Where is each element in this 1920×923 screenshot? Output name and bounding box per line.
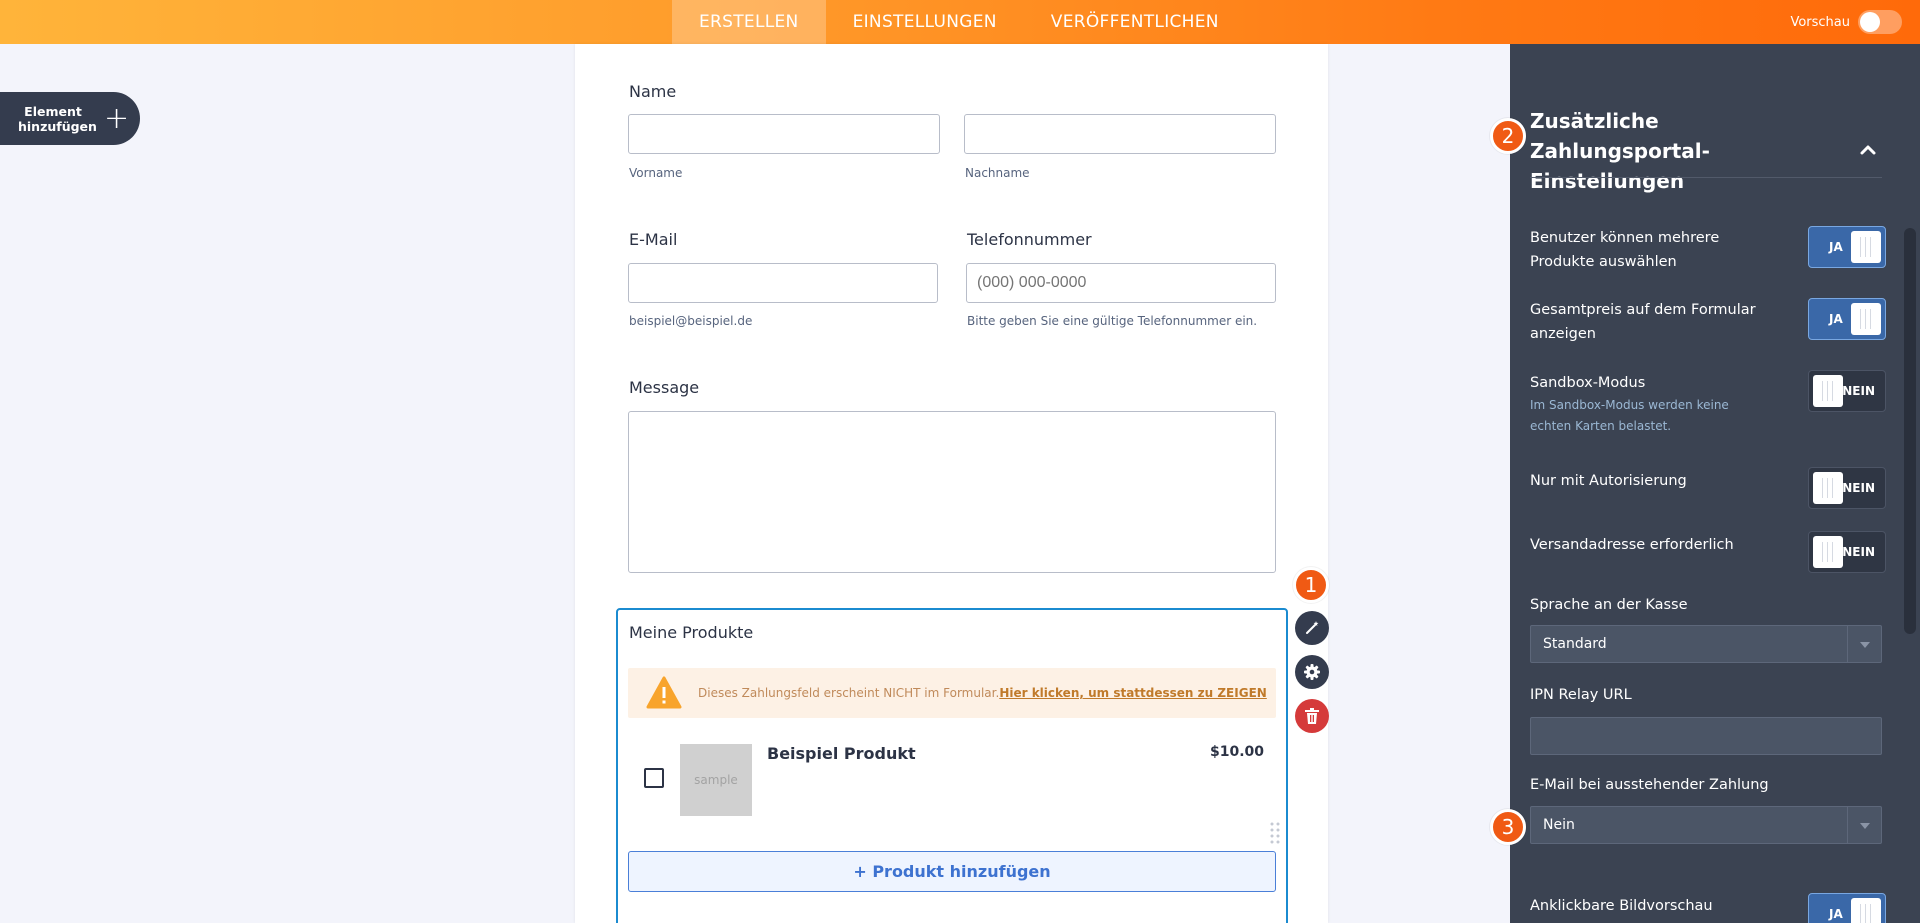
message-label: Message	[629, 378, 700, 397]
settings-gear-button[interactable]	[1295, 655, 1329, 689]
language-select[interactable]: Standard	[1530, 625, 1882, 663]
phone-label: Telefonnummer	[967, 230, 1092, 249]
step-badge-2: 2	[1490, 118, 1526, 154]
dropdown-arrow-icon	[1847, 626, 1881, 662]
last-name-sublabel: Nachname	[965, 166, 1030, 180]
delete-button[interactable]	[1295, 699, 1329, 733]
drag-handle-icon[interactable]	[1270, 822, 1280, 844]
toggle-sandbox[interactable]: NEIN	[1808, 370, 1886, 412]
toggle-total-price[interactable]: JA	[1808, 298, 1886, 340]
phone-sublabel: Bitte geben Sie eine gültige Telefonnumm…	[967, 314, 1258, 328]
setting-shipping-label: Versandadresse erforderlich	[1530, 537, 1734, 553]
first-name-sublabel: Vorname	[629, 166, 683, 180]
ipn-label: IPN Relay URL	[1530, 687, 1632, 703]
toggle-auth-only[interactable]: NEIN	[1808, 467, 1886, 509]
plus-icon: +	[104, 101, 130, 136]
setting-sandbox-desc: Im Sandbox-Modus werden keine echten Kar…	[1530, 398, 1729, 433]
add-element-label: Element hinzufügen	[18, 103, 97, 134]
tab-erstellen[interactable]: ERSTELLEN	[672, 0, 826, 44]
phone-input[interactable]	[966, 263, 1276, 303]
message-textarea[interactable]	[628, 411, 1276, 573]
collapse-chevron-icon[interactable]	[1858, 140, 1878, 160]
image-preview-label: Anklickbare Bildvorschau	[1530, 898, 1713, 914]
step-badge-1: 1	[1293, 567, 1329, 603]
preview-label: Vorschau	[1790, 14, 1850, 30]
products-warning: Dieses Zahlungsfeld erscheint NICHT im F…	[628, 668, 1276, 718]
toggle-image-preview[interactable]: JA	[1808, 893, 1886, 923]
panel-scrollbar[interactable]	[1904, 228, 1916, 634]
pending-email-value: Nein	[1543, 817, 1575, 833]
tab-einstellungen[interactable]: EINSTELLUNGEN	[826, 0, 1024, 44]
email-input[interactable]	[628, 263, 938, 303]
product-name: Beispiel Produkt	[767, 744, 916, 763]
main-tabs: ERSTELLEN EINSTELLUNGEN VERÖFFENTLICHEN	[672, 0, 1246, 44]
setting-sandbox-label: Sandbox-Modus	[1530, 375, 1646, 391]
name-label: Name	[629, 82, 677, 101]
gear-icon	[1304, 664, 1320, 680]
email-sublabel: beispiel@beispiel.de	[629, 314, 753, 328]
product-price: $10.00	[1210, 744, 1265, 760]
preview-toggle-group: Vorschau	[1790, 0, 1902, 44]
top-bar: ERSTELLEN EINSTELLUNGEN VERÖFFENTLICHEN …	[0, 0, 1920, 44]
toggle-shipping[interactable]: NEIN	[1808, 531, 1886, 573]
products-label: Meine Produkte	[629, 623, 754, 642]
dropdown-arrow-icon	[1847, 807, 1881, 843]
warning-icon	[646, 675, 682, 711]
add-product-button[interactable]: + Produkt hinzufügen	[628, 851, 1276, 892]
pending-email-select[interactable]: Nein	[1530, 806, 1882, 844]
pending-email-label: E-Mail bei ausstehender Zahlung	[1530, 777, 1769, 793]
panel-title: Zusätzliche Zahlungsportal-Einstellungen	[1530, 109, 1710, 193]
trash-icon	[1305, 708, 1319, 724]
panel-divider	[1530, 177, 1882, 178]
email-label: E-Mail	[629, 230, 678, 249]
step-badge-3: 3	[1490, 809, 1526, 845]
magic-wand-button[interactable]	[1295, 611, 1329, 645]
add-element-button[interactable]: Element hinzufügen +	[0, 92, 140, 145]
toggle-multiple-products[interactable]: JA	[1808, 226, 1886, 268]
first-name-input[interactable]	[628, 114, 940, 154]
last-name-input[interactable]	[964, 114, 1276, 154]
setting-multiple-products-label: Benutzer können mehrere Produkte auswähl…	[1530, 230, 1720, 270]
magic-wand-icon	[1306, 621, 1319, 634]
language-label: Sprache an der Kasse	[1530, 597, 1688, 613]
warning-text: Dieses Zahlungsfeld erscheint NICHT im F…	[698, 686, 1000, 700]
setting-total-price-label: Gesamtpreis auf dem Formular anzeigen	[1530, 302, 1756, 342]
product-thumbnail: sample	[680, 744, 752, 816]
setting-auth-only-label: Nur mit Autorisierung	[1530, 473, 1687, 489]
language-value: Standard	[1543, 636, 1607, 652]
preview-switch[interactable]	[1858, 10, 1902, 34]
ipn-relay-input[interactable]	[1530, 717, 1882, 755]
product-checkbox[interactable]	[644, 768, 664, 788]
warning-show-link[interactable]: Hier klicken, um stattdessen zu ZEIGEN	[999, 686, 1267, 700]
tab-veroeffentlichen[interactable]: VERÖFFENTLICHEN	[1024, 0, 1246, 44]
